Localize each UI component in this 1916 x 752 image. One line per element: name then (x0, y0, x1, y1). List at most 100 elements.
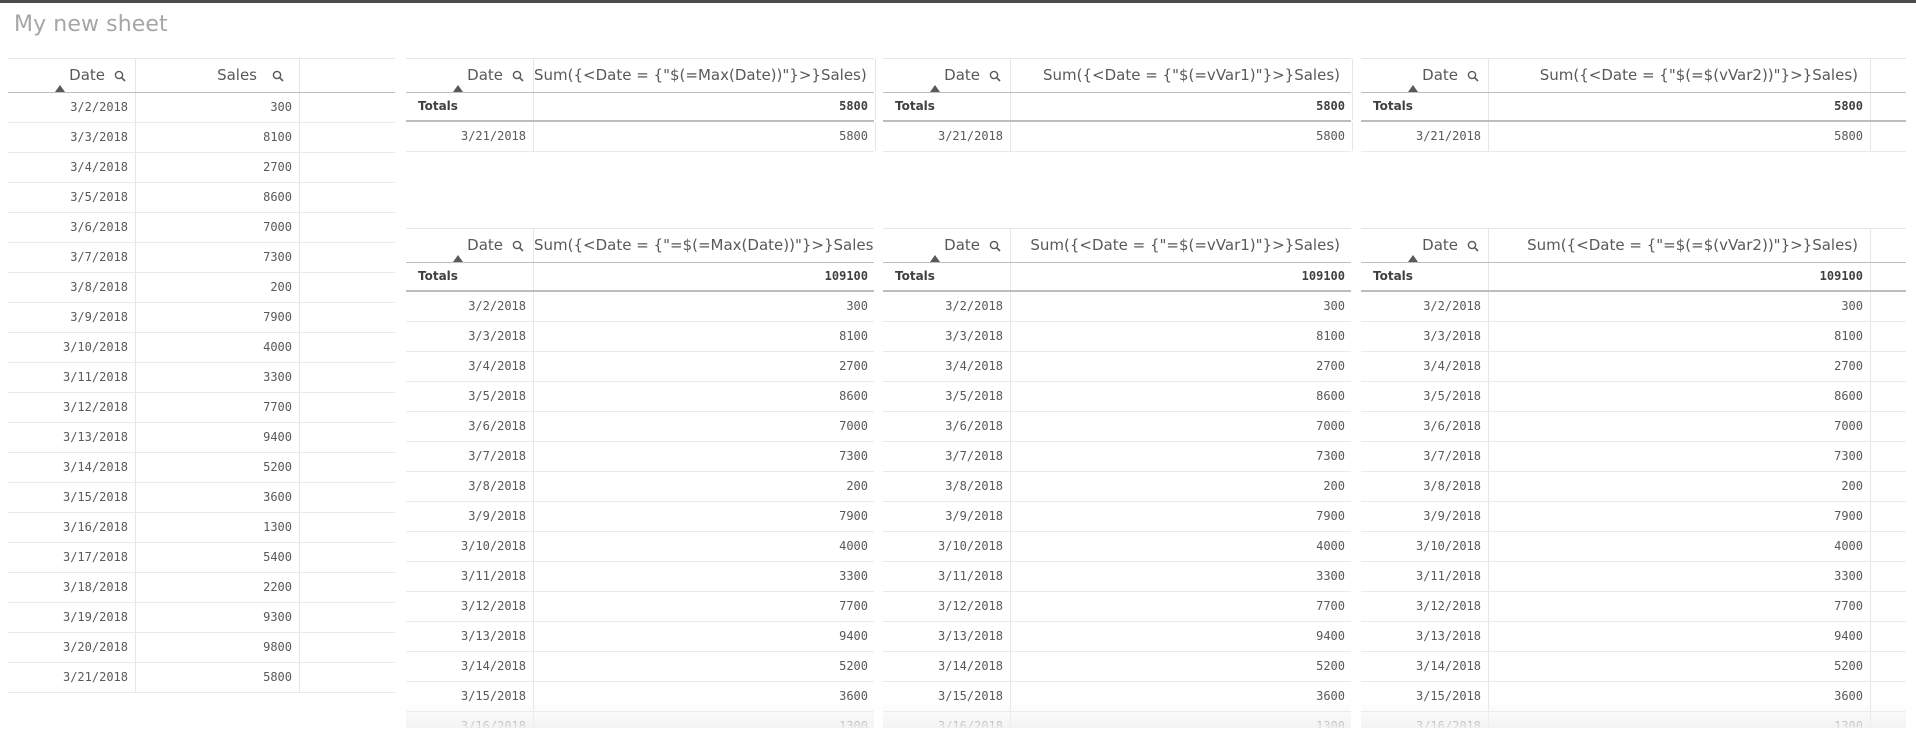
table-row[interactable]: 3/13/2018 9400 (883, 622, 1351, 652)
sort-ascending-icon[interactable] (453, 85, 463, 92)
table-row[interactable]: 3/13/2018 9400 (8, 423, 395, 453)
sort-ascending-icon[interactable] (930, 255, 940, 262)
search-icon[interactable] (272, 70, 284, 82)
date-cell[interactable]: 3/15/2018 (883, 682, 1011, 711)
measure-column-header[interactable]: Sum({<Date = {"=$(=$(vVar2))"}>}Sales) (1489, 229, 1871, 262)
search-icon[interactable] (512, 70, 524, 82)
table-row[interactable]: 3/21/2018 5800 (406, 122, 876, 152)
table-row[interactable]: 3/4/2018 2700 (8, 153, 395, 183)
table-row[interactable]: 3/18/2018 2200 (8, 573, 395, 603)
date-cell[interactable]: 3/14/2018 (406, 652, 534, 681)
date-cell[interactable]: 3/15/2018 (8, 483, 136, 512)
date-cell[interactable]: 3/21/2018 (1361, 122, 1489, 151)
measure-column-header[interactable]: Sum({<Date = {"$(=Max(Date))"}>}Sales) (534, 59, 876, 92)
date-cell[interactable]: 3/10/2018 (883, 532, 1011, 561)
table-row[interactable]: 3/14/2018 5200 (883, 652, 1351, 682)
table-row[interactable]: 3/3/2018 8100 (8, 123, 395, 153)
table-row[interactable]: 3/11/2018 3300 (8, 363, 395, 393)
date-cell[interactable]: 3/16/2018 (883, 712, 1011, 728)
table-row[interactable]: 3/7/2018 7300 (406, 442, 874, 472)
date-cell[interactable]: 3/7/2018 (883, 442, 1011, 471)
date-cell[interactable]: 3/21/2018 (406, 122, 534, 151)
date-cell[interactable]: 3/11/2018 (1361, 562, 1489, 591)
table-row[interactable]: 3/21/2018 5800 (883, 122, 1353, 152)
table-row[interactable]: 3/13/2018 9400 (1361, 622, 1906, 652)
table-row[interactable]: 3/15/2018 3600 (8, 483, 395, 513)
table-row[interactable]: 3/16/2018 1300 (406, 712, 874, 728)
date-cell[interactable]: 3/4/2018 (406, 352, 534, 381)
sort-ascending-icon[interactable] (55, 85, 65, 92)
search-icon[interactable] (989, 240, 1001, 252)
table-row[interactable]: 3/7/2018 7300 (8, 243, 395, 273)
date-cell[interactable]: 3/14/2018 (883, 652, 1011, 681)
date-cell[interactable]: 3/3/2018 (8, 123, 136, 152)
sort-ascending-icon[interactable] (1408, 85, 1418, 92)
measure-column-header[interactable]: Sum({<Date = {"$(=$(vVar2))"}>}Sales) (1489, 59, 1871, 92)
search-icon[interactable] (1467, 70, 1479, 82)
date-cell[interactable]: 3/2/2018 (1361, 292, 1489, 321)
table-row[interactable]: 3/9/2018 7900 (883, 502, 1351, 532)
date-cell[interactable]: 3/9/2018 (1361, 502, 1489, 531)
table-row[interactable]: 3/20/2018 9800 (8, 633, 395, 663)
date-cell[interactable]: 3/13/2018 (883, 622, 1011, 651)
date-cell[interactable]: 3/21/2018 (883, 122, 1011, 151)
table-row[interactable]: 3/6/2018 7000 (406, 412, 874, 442)
table-row[interactable]: 3/8/2018 200 (883, 472, 1351, 502)
table-row[interactable]: 3/12/2018 7700 (8, 393, 395, 423)
table-row[interactable]: 3/8/2018 200 (1361, 472, 1906, 502)
date-cell[interactable]: 3/14/2018 (1361, 652, 1489, 681)
search-icon[interactable] (512, 240, 524, 252)
date-cell[interactable]: 3/3/2018 (883, 322, 1011, 351)
date-cell[interactable]: 3/6/2018 (406, 412, 534, 441)
date-cell[interactable]: 3/5/2018 (1361, 382, 1489, 411)
table-row[interactable]: 3/5/2018 8600 (406, 382, 874, 412)
date-cell[interactable]: 3/13/2018 (1361, 622, 1489, 651)
table-row[interactable]: 3/11/2018 3300 (883, 562, 1351, 592)
measure-column-header[interactable]: Sum({<Date = {"=$(=Max(Date))"}>}Sales) (534, 229, 874, 262)
table-row[interactable]: 3/12/2018 7700 (883, 592, 1351, 622)
table-row[interactable]: 3/6/2018 7000 (883, 412, 1351, 442)
date-cell[interactable]: 3/9/2018 (406, 502, 534, 531)
table-row[interactable]: 3/19/2018 9300 (8, 603, 395, 633)
table-row[interactable]: 3/2/2018 300 (883, 292, 1351, 322)
date-cell[interactable]: 3/8/2018 (406, 472, 534, 501)
table-row[interactable]: 3/6/2018 7000 (1361, 412, 1906, 442)
table-row[interactable]: 3/5/2018 8600 (883, 382, 1351, 412)
table-row[interactable]: 3/16/2018 1300 (1361, 712, 1906, 728)
table-row[interactable]: 3/4/2018 2700 (883, 352, 1351, 382)
table-row[interactable]: 3/15/2018 3600 (883, 682, 1351, 712)
date-cell[interactable]: 3/4/2018 (8, 153, 136, 182)
measure-column-header[interactable]: Sum({<Date = {"$(=vVar1)"}>}Sales) (1011, 59, 1353, 92)
date-cell[interactable]: 3/9/2018 (883, 502, 1011, 531)
table-row[interactable]: 3/15/2018 3600 (1361, 682, 1906, 712)
table-row[interactable]: 3/10/2018 4000 (8, 333, 395, 363)
date-cell[interactable]: 3/20/2018 (8, 633, 136, 662)
date-cell[interactable]: 3/6/2018 (8, 213, 136, 242)
date-cell[interactable]: 3/3/2018 (1361, 322, 1489, 351)
table-row[interactable]: 3/3/2018 8100 (406, 322, 874, 352)
table-row[interactable]: 3/6/2018 7000 (8, 213, 395, 243)
table-row[interactable]: 3/16/2018 1300 (8, 513, 395, 543)
date-cell[interactable]: 3/3/2018 (406, 322, 534, 351)
date-cell[interactable]: 3/9/2018 (8, 303, 136, 332)
date-cell[interactable]: 3/12/2018 (883, 592, 1011, 621)
table-row[interactable]: 3/2/2018 300 (8, 93, 395, 123)
date-cell[interactable]: 3/11/2018 (883, 562, 1011, 591)
date-cell[interactable]: 3/21/2018 (8, 663, 136, 692)
table-row[interactable]: 3/5/2018 8600 (8, 183, 395, 213)
search-icon[interactable] (1467, 240, 1479, 252)
table-row[interactable]: 3/11/2018 3300 (1361, 562, 1906, 592)
date-cell[interactable]: 3/17/2018 (8, 543, 136, 572)
date-cell[interactable]: 3/8/2018 (1361, 472, 1489, 501)
search-icon[interactable] (989, 70, 1001, 82)
table-row[interactable]: 3/11/2018 3300 (406, 562, 874, 592)
date-cell[interactable]: 3/19/2018 (8, 603, 136, 632)
date-cell[interactable]: 3/16/2018 (8, 513, 136, 542)
table-row[interactable]: 3/5/2018 8600 (1361, 382, 1906, 412)
date-cell[interactable]: 3/5/2018 (406, 382, 534, 411)
table-row[interactable]: 3/4/2018 2700 (1361, 352, 1906, 382)
date-cell[interactable]: 3/16/2018 (406, 712, 534, 728)
date-cell[interactable]: 3/4/2018 (883, 352, 1011, 381)
date-cell[interactable]: 3/10/2018 (1361, 532, 1489, 561)
date-cell[interactable]: 3/16/2018 (1361, 712, 1489, 728)
